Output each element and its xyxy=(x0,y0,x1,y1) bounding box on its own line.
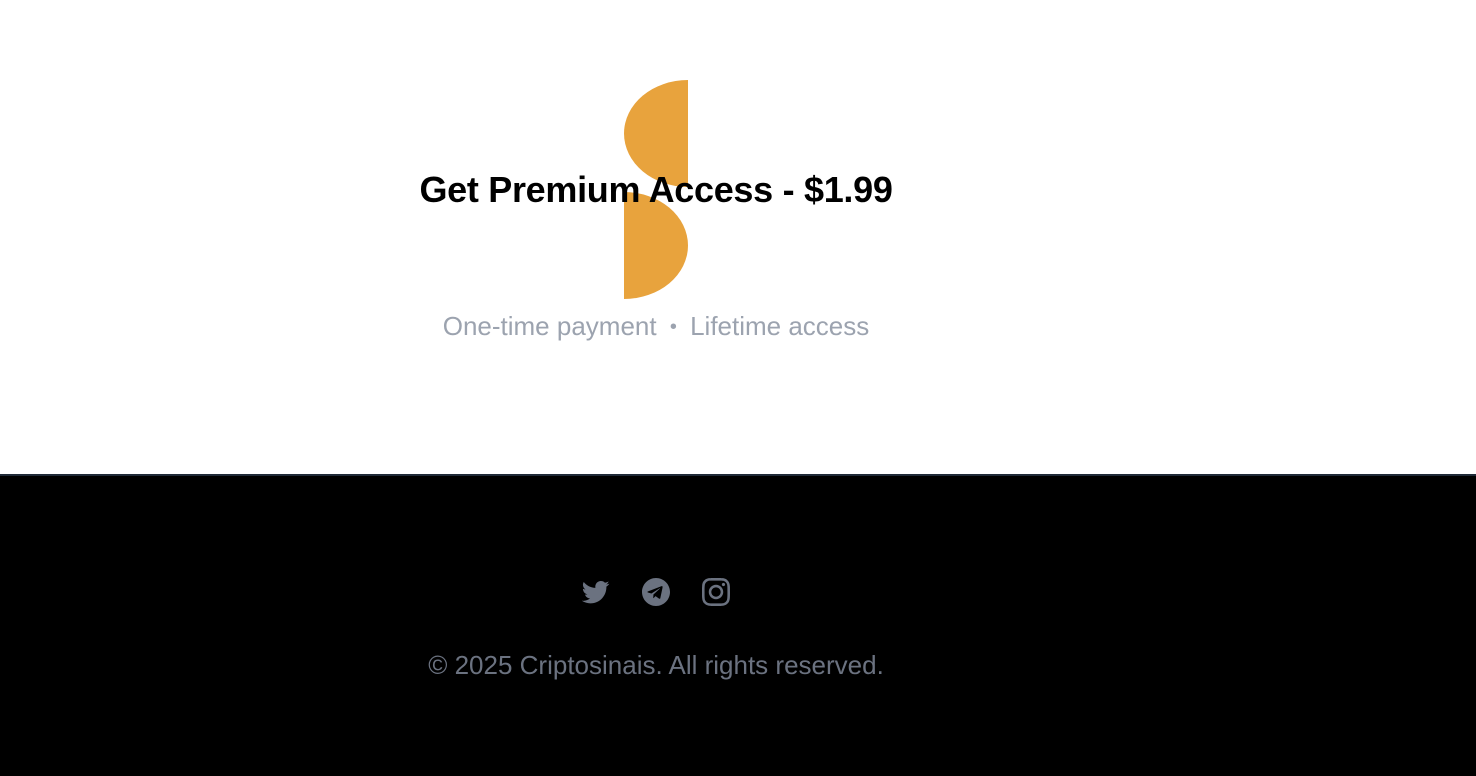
twitter-link[interactable] xyxy=(582,578,610,606)
premium-access-subtitle: One-time payment • Lifetime access xyxy=(0,310,1312,343)
copyright-text: © 2025 Criptosinais. All rights reserved… xyxy=(428,650,884,680)
separator-dot: • xyxy=(669,316,677,338)
twitter-icon xyxy=(582,581,610,604)
telegram-link[interactable] xyxy=(642,578,670,606)
social-links xyxy=(0,578,1312,606)
access-duration-text: Lifetime access xyxy=(690,311,870,341)
instagram-icon xyxy=(702,578,730,606)
premium-access-title[interactable]: Get Premium Access - $1.99 xyxy=(0,168,1312,212)
payment-type-text: One-time payment xyxy=(442,311,657,341)
instagram-link[interactable] xyxy=(702,578,730,606)
site-footer: © 2025 Criptosinais. All rights reserved… xyxy=(0,474,1476,776)
premium-cta-section: Get Premium Access - $1.99 One-time paym… xyxy=(0,0,1476,474)
telegram-icon xyxy=(642,578,670,606)
